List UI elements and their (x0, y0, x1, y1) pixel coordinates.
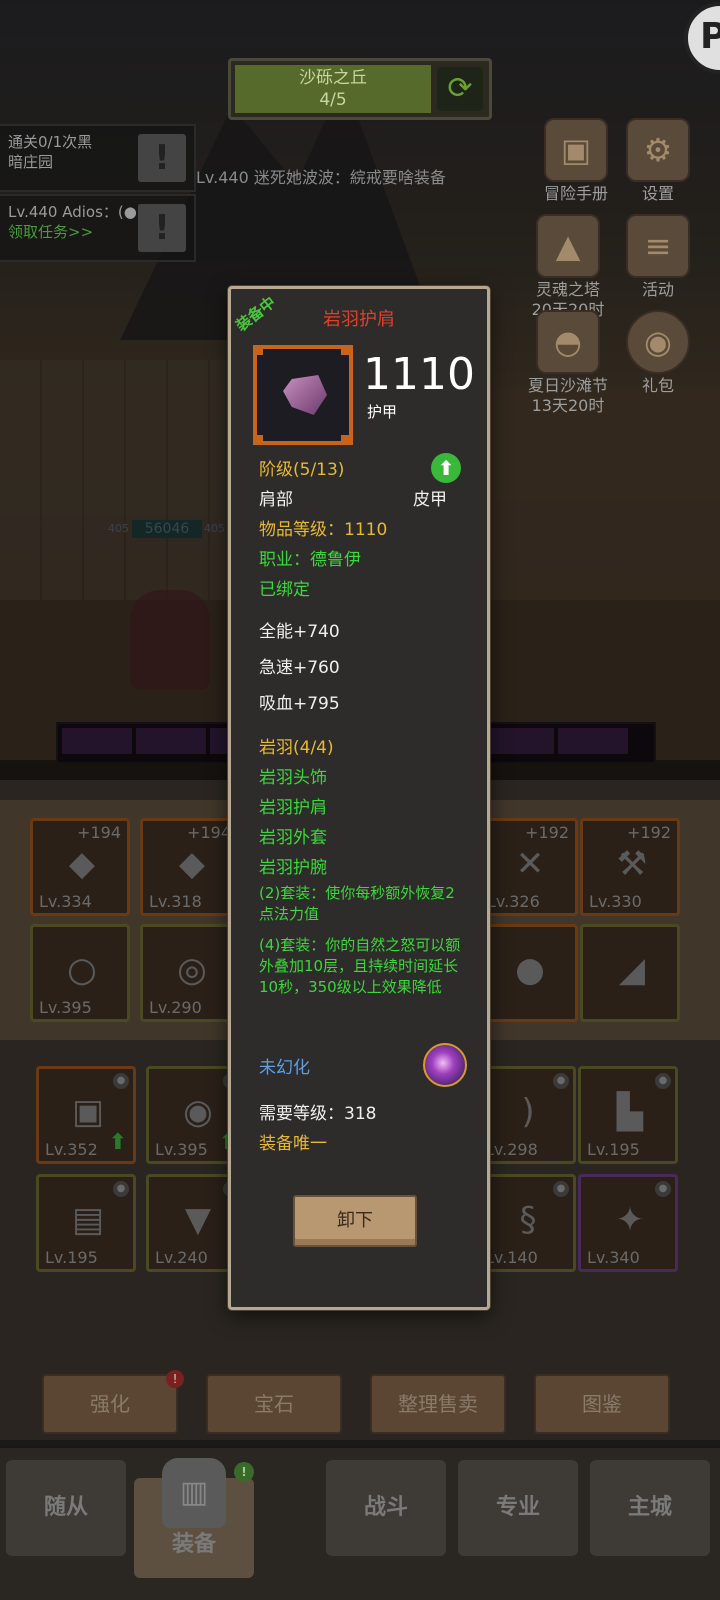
equip-slot[interactable]: +192 ✕ Lv.326 (478, 818, 578, 916)
equip-slot[interactable]: +194 ◆ Lv.318 (140, 818, 240, 916)
set-piece: 岩羽护腕 (259, 858, 327, 878)
tab-profession[interactable]: 专业 (458, 1460, 578, 1556)
gear-icon: ⚙ (626, 118, 690, 182)
equip-slot[interactable]: ◎ Lv.290 (140, 924, 240, 1022)
settings-button[interactable]: ⚙ 设置 (610, 118, 706, 204)
bag-slot[interactable]: ● ▣ Lv.352 ⬆ (36, 1066, 136, 1164)
shoulder-icon: ◆ (68, 844, 96, 884)
chat-message: Lv.440 迷死她波波：綄戒要啥装备 (196, 168, 446, 187)
item-level: 物品等级：1110 (259, 520, 388, 540)
refresh-icon[interactable]: ⟳ (437, 67, 483, 111)
lock-icon: ● (553, 1181, 569, 1197)
armor-icon: ▥ (162, 1458, 226, 1528)
equip-slot[interactable]: +192 ⚒ Lv.330 (580, 818, 680, 916)
map-progress: 4/5 (319, 90, 347, 110)
lock-icon: ● (113, 1073, 129, 1089)
stat-line: 全能+740 (259, 622, 340, 642)
polearm-icon: ✕ (515, 844, 545, 884)
tab-equipment[interactable]: ▥ ! 装备 (134, 1458, 254, 1578)
chest-armor-icon: ▣ (71, 1092, 105, 1132)
equip-slot[interactable]: ○ Lv.395 (30, 924, 130, 1022)
transmog-orb-icon[interactable] (423, 1043, 467, 1087)
item-slot: 肩部 (259, 490, 293, 510)
stat-line: 吸血+795 (259, 694, 340, 714)
gift-pack-button[interactable]: ◉ 礼包 (610, 310, 706, 396)
set-piece: 岩羽头饰 (259, 768, 327, 788)
quest-panel-2[interactable]: Lv.440 Adios：(●`ω´●) 领取任务>> ! (0, 194, 196, 262)
warning-icon: ! (138, 204, 186, 252)
stat-line: 急速+760 (259, 658, 340, 678)
set-piece: 岩羽护肩 (259, 798, 327, 818)
equip-slot[interactable]: +194 ◆ Lv.334 (30, 818, 130, 916)
bag-slot[interactable]: ● § Lv.140 (476, 1174, 576, 1272)
unequip-button[interactable]: 卸下 (293, 1195, 417, 1247)
soul-tower-button[interactable]: ▲ 灵魂之塔 20天20时 (520, 214, 616, 320)
required-level: 需要等级：318 (259, 1104, 377, 1124)
boots-icon: ▙ (616, 1092, 644, 1132)
tab-followers[interactable]: 随从 (6, 1460, 126, 1556)
item-tier: 阶级(5/13) (259, 460, 345, 480)
equip-slot[interactable]: ◢ (580, 924, 680, 1022)
map-name: 沙砾之丘 (299, 68, 367, 88)
events-button[interactable]: ≡ 活动 (610, 214, 706, 300)
bag-slot[interactable]: ● ) Lv.298 (476, 1066, 576, 1164)
owl-icon: ● (515, 950, 545, 990)
tab-main-city[interactable]: 主城 (590, 1460, 710, 1556)
scroll-icon: ≡ (626, 214, 690, 278)
tab-combat[interactable]: 战斗 (326, 1460, 446, 1556)
horn-icon: ) (521, 1092, 535, 1132)
lock-icon: ● (113, 1181, 129, 1197)
ring-icon: ◎ (177, 950, 207, 990)
feather-icon: ◢ (618, 950, 646, 990)
item-icon-frame (253, 345, 353, 445)
item-tooltip: 装备中 岩羽护肩 1110 护甲 阶级(5/13) ⬆ 肩部 皮甲 物品等级：1… (228, 286, 490, 1310)
warning-icon: ! (138, 134, 186, 182)
transmog-status: 未幻化 (259, 1058, 310, 1078)
set-bonus-4: (4)套装：你的自然之怒可以额外叠加10层，且持续时间延长10秒，350级以上效… (259, 936, 461, 996)
sort-sell-button[interactable]: 整理售卖 (370, 1374, 506, 1434)
item-name: 岩羽护肩 (323, 309, 395, 330)
alert-badge: ! (166, 1370, 184, 1388)
necklace-icon: ○ (67, 950, 97, 990)
set-bonus-2: (2)套装：使你每秒额外恢复2点法力值 (259, 884, 455, 923)
bag-slot[interactable]: ● ▙ Lv.195 (578, 1066, 678, 1164)
lock-icon: ● (553, 1073, 569, 1089)
tower-icon: ▲ (536, 214, 600, 278)
equip-slot[interactable]: ● (478, 924, 578, 1022)
summer-beach-button[interactable]: ◓ 夏日沙滩节 13天20时 (520, 310, 616, 416)
gem-button[interactable]: 宝石 (206, 1374, 342, 1434)
eye-orb-icon: ◉ (183, 1092, 213, 1132)
serpent-icon: § (519, 1200, 537, 1240)
map-badge[interactable]: 沙砾之丘 4/5 ⟳ (228, 58, 492, 120)
hammer-icon: ⚒ (616, 844, 648, 884)
lock-icon: ● (655, 1181, 671, 1197)
set-name: 岩羽(4/4) (259, 738, 334, 758)
unique-equip: 装备唯一 (259, 1134, 327, 1154)
gift-icon: ◉ (626, 310, 690, 374)
enhance-button[interactable]: 强化 ! (42, 1370, 184, 1434)
lock-icon: ● (655, 1073, 671, 1089)
upgrade-arrow-icon: ⬆ (108, 1130, 127, 1155)
shoulder-icon: ◆ (178, 844, 206, 884)
quest-panel-1[interactable]: 通关0/1次黑 暗庄园 ! (0, 124, 196, 192)
pouch-icon: ▼ (184, 1200, 212, 1240)
upgrade-arrow-icon[interactable]: ⬆ (431, 453, 461, 483)
shoulder-armor-icon (283, 375, 327, 415)
armor-value: 1110 (363, 349, 475, 400)
bandage-icon: ▤ (71, 1200, 105, 1240)
bag-slot[interactable]: ● ▤ Lv.195 (36, 1174, 136, 1272)
bag-slot[interactable]: ● ✦ Lv.340 (578, 1174, 678, 1272)
codex-button[interactable]: 图鉴 (534, 1374, 670, 1434)
class-requirement: 职业：德鲁伊 (259, 550, 361, 570)
book-icon: ▣ (544, 118, 608, 182)
armor-label: 护甲 (367, 403, 398, 421)
bound-status: 已绑定 (259, 580, 310, 600)
notification-badge: ! (234, 1462, 254, 1482)
sunhat-icon: ◓ (536, 310, 600, 374)
star-shard-icon: ✦ (615, 1200, 645, 1240)
armor-type: 皮甲 (413, 490, 447, 510)
set-piece: 岩羽外套 (259, 828, 327, 848)
